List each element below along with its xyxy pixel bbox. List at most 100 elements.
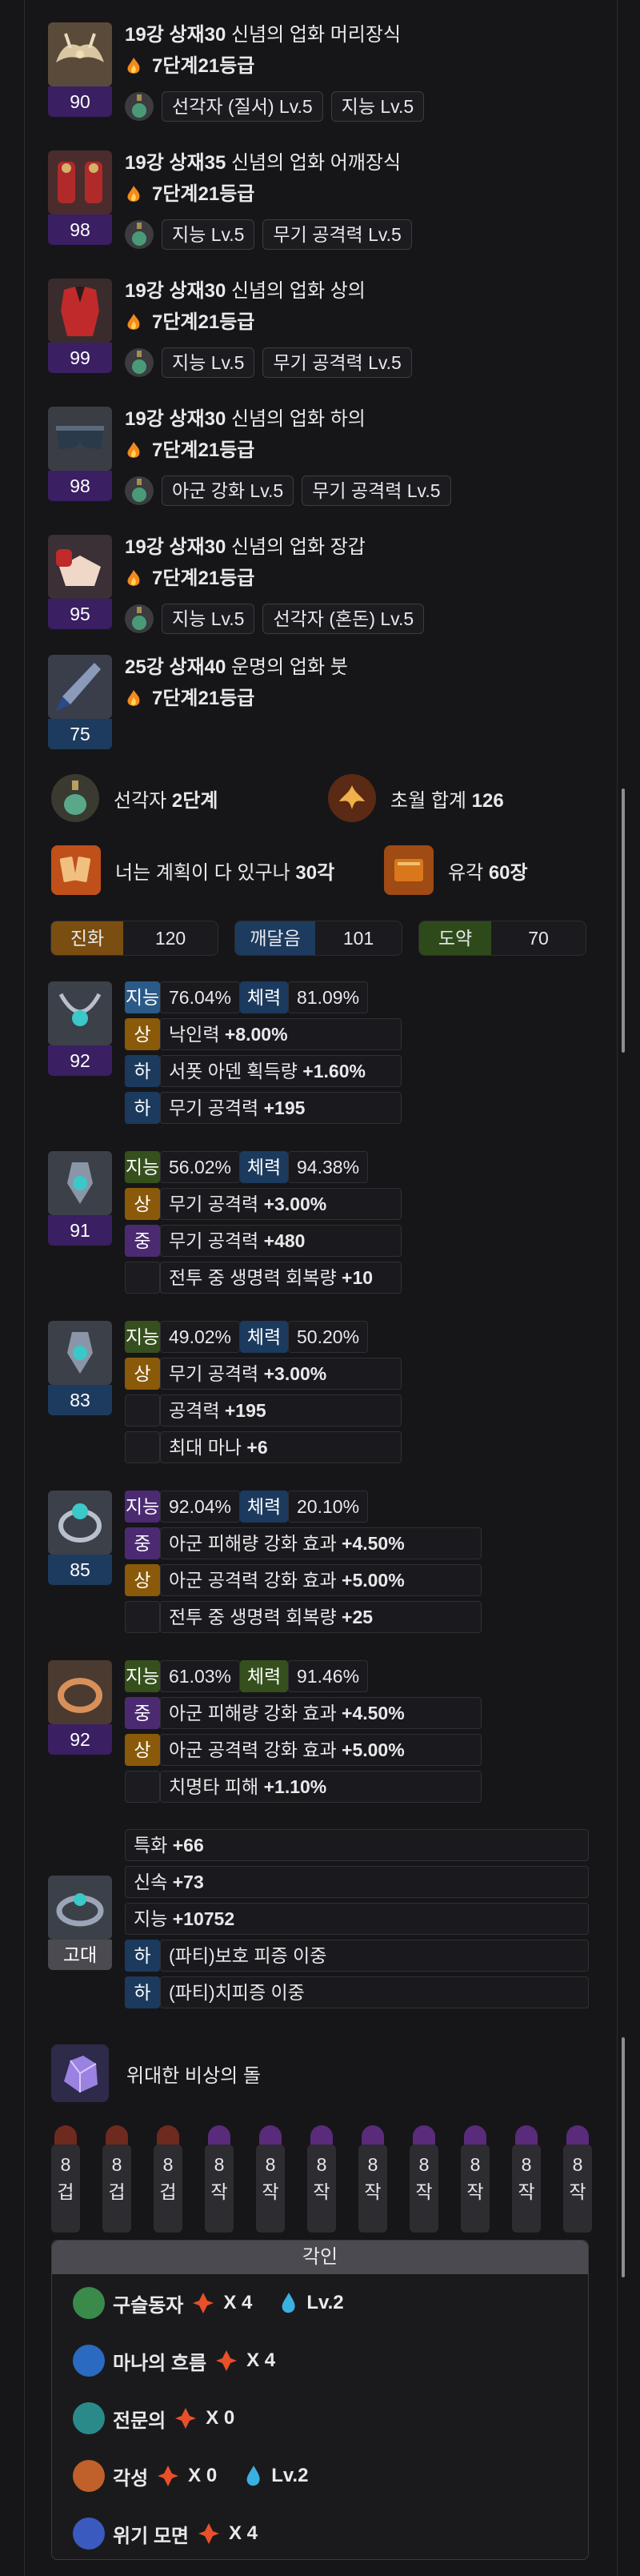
- scrollbar-thumb[interactable]: [622, 788, 625, 1053]
- equip-weapon[interactable]: 75 25강 상재40 운명의 업화 붓 7단계 21 등급: [48, 655, 560, 759]
- accessory-necklace[interactable]: 92 지능 76.04% 체력 81.09% 상 낙인력 +8.00% 하 서폿 아덴 …: [48, 981, 592, 1142]
- relic-book-icon: [193, 2293, 214, 2313]
- engraving-title: 각인: [52, 2241, 588, 2274]
- equip-gloves[interactable]: 95 19강 상재30 신념의 업화 장갑 7단계 21 등급 지능 Lv.5 선…: [48, 535, 560, 639]
- quality-badge: 98: [48, 471, 112, 501]
- polish-effect-row: 전투 중 생명력 회복량 +25: [125, 1601, 482, 1633]
- bracelet-effect-row: 하 (파티)보호 피증 이중: [125, 1940, 589, 1972]
- accessory-earring-2[interactable]: 83 지능 49.02% 체력 50.20% 상 무기 공격력 +3.00% 공격력 …: [48, 1321, 592, 1481]
- elixir-option: 지능 Lv.5: [162, 347, 255, 378]
- item-tier: 7단계 21 등급: [125, 54, 254, 78]
- gem[interactable]: 8작: [562, 2125, 594, 2233]
- transcend-summary[interactable]: 초월 합계 126: [328, 772, 504, 824]
- gem[interactable]: 8작: [459, 2125, 491, 2233]
- elixir-option: 아군 강화 Lv.5: [162, 475, 294, 506]
- elixir-option: 무기 공격력 Lv.5: [262, 347, 412, 378]
- item-tier: 7단계 21 등급: [125, 687, 254, 711]
- ark-tab-label: 깨달음: [235, 921, 315, 955]
- accessory-bracelet[interactable]: 고대 특화 +66 신속 +73 지능 +10752 하 (파티)보호 피증 이중…: [48, 1829, 592, 2021]
- gem[interactable]: 8겁: [101, 2125, 133, 2233]
- summary-row-2: 너는 계획이 다 있구나 30각 유각 60장: [48, 845, 608, 896]
- pants-item-icon: [48, 407, 112, 471]
- relic-engraving-summary[interactable]: 유각 60장: [384, 845, 528, 896]
- elixir-bottle-icon: [125, 348, 154, 377]
- equip-shoulder[interactable]: 98 19강 상재35 신념의 업화 어깨장식 7단계 21 등급 지능 Lv.5…: [48, 150, 560, 255]
- ark-tab-leap[interactable]: 도약 70: [418, 921, 586, 956]
- accessory-earring-1[interactable]: 91 지능 56.02% 체력 94.38% 상 무기 공격력 +3.00% 중 무기 …: [48, 1151, 592, 1311]
- equip-head[interactable]: 90 19강 상재30 신념의 업화 머리장식 7단계 21 등급 선각자 (질서…: [48, 22, 560, 126]
- accessory-ring-2[interactable]: 92 지능 61.03% 체력 91.46% 중 아군 피해량 강화 효과 +4.50…: [48, 1660, 592, 1820]
- elixir-bottle-icon: [125, 476, 154, 505]
- scrollbar-thumb-2[interactable]: [622, 2037, 625, 2277]
- elixir-bottle-icon: [125, 92, 154, 121]
- ability-stone[interactable]: 위대한 비상의 돌: [51, 2041, 261, 2105]
- equip-pants[interactable]: 98 19강 상재30 신념의 업화 하의 7단계 21 등급 아군 강화 Lv.…: [48, 407, 560, 511]
- item-options: 지능 Lv.5 선각자 (혼돈) Lv.5: [125, 604, 425, 634]
- polish-effect-row: 상 무기 공격력 +3.00%: [125, 1188, 402, 1220]
- elixir-option: 무기 공격력 Lv.5: [262, 219, 412, 250]
- polish-effect-row: 하 무기 공격력 +195: [125, 1092, 402, 1124]
- ark-tab-value: 120: [154, 928, 186, 949]
- polish-effect-row: 하 서폿 아덴 획득량 +1.60%: [125, 1055, 402, 1087]
- quality-badge: 83: [48, 1385, 112, 1415]
- gem[interactable]: 8작: [357, 2125, 389, 2233]
- polish-effect-row: 공격력 +195: [125, 1394, 402, 1426]
- polish-effect-row: 상 낙인력 +8.00%: [125, 1018, 402, 1050]
- item-title: 19강 상재30 신념의 업화 상의: [125, 280, 366, 302]
- accessory-ring-1[interactable]: 85 지능 92.04% 체력 20.10% 중 아군 피해량 강화 효과 +4.50…: [48, 1491, 592, 1651]
- relic-book-icon: [158, 2466, 179, 2486]
- polish-effect-row: 중 아군 피해량 강화 효과 +4.50%: [125, 1527, 482, 1559]
- book-icon: [384, 845, 434, 895]
- bracelet-effect-row: 하 (파티)치피증 이중: [125, 1976, 589, 2008]
- engraving-row[interactable]: 전문의 X 0: [73, 2394, 234, 2442]
- item-tier: 7단계 21 등급: [125, 183, 254, 207]
- ark-tab-enlightenment[interactable]: 깨달음 101: [234, 921, 402, 956]
- quality-badge: 92: [48, 1724, 112, 1755]
- gem[interactable]: 8작: [306, 2125, 338, 2233]
- ark-tab-evolution[interactable]: 진화 120: [50, 921, 218, 956]
- polish-effect-row: 치명타 피해 +1.10%: [125, 1771, 482, 1803]
- transcend-icon: [328, 774, 376, 822]
- flame-icon: [127, 314, 140, 330]
- engraving-row[interactable]: 위기 모면 X 4: [73, 2510, 258, 2558]
- ring-icon: [48, 1660, 112, 1724]
- ark-tab-value: 70: [528, 928, 549, 949]
- engraving-icon: [73, 2402, 105, 2434]
- polish-effect-row: 중 무기 공격력 +480: [125, 1225, 402, 1257]
- engraving-row[interactable]: 마나의 흐름 X 4: [73, 2337, 275, 2385]
- gem[interactable]: 8작: [510, 2125, 542, 2233]
- ark-bottle-icon: [51, 774, 99, 822]
- ark-passive-summary[interactable]: 선각자 2단계: [51, 772, 218, 824]
- gem[interactable]: 8작: [254, 2125, 286, 2233]
- quality-badge: 99: [48, 343, 112, 373]
- polish-effect-row: 중 아군 피해량 강화 효과 +4.50%: [125, 1697, 482, 1729]
- gem[interactable]: 8작: [203, 2125, 235, 2233]
- engraving-row[interactable]: 각성 X 0 Lv.2: [73, 2452, 308, 2500]
- elixir-option: 선각자 (질서) Lv.5: [162, 91, 323, 122]
- engraving-row[interactable]: 구슬동자 X 4 Lv.2: [73, 2279, 344, 2327]
- item-title: 19강 상재30 신념의 업화 하의: [125, 408, 366, 430]
- ark-tab-value: 101: [342, 928, 374, 949]
- quality-badge: 85: [48, 1555, 112, 1585]
- ability-stone-name: 위대한 비상의 돌: [126, 2064, 261, 2087]
- relic-book-icon: [198, 2523, 219, 2544]
- equip-chest[interactable]: 99 19강 상재30 신념의 업화 상의 7단계 21 등급 지능 Lv.5 무…: [48, 279, 560, 383]
- elixir-option: 지능 Lv.5: [162, 604, 255, 634]
- card-set-summary[interactable]: 너는 계획이 다 있구나 30각: [51, 845, 334, 896]
- elixir-bottle-icon: [125, 220, 154, 249]
- ark-tab-label: 도약: [419, 921, 491, 955]
- engraving-icon: [73, 2460, 105, 2492]
- engraving-icon: [73, 2287, 105, 2319]
- bracelet-icon: [48, 1876, 112, 1940]
- polish-effect-row: 상 무기 공격력 +3.00%: [125, 1358, 402, 1390]
- main-stat-row: 지능 76.04% 체력 81.09%: [125, 981, 369, 1013]
- gem[interactable]: 8겁: [50, 2125, 82, 2233]
- quality-badge: 91: [48, 1215, 112, 1246]
- item-tier: 7단계 21 등급: [125, 311, 254, 335]
- relic-book-icon: [175, 2408, 197, 2429]
- brush-weapon-icon: [48, 655, 112, 719]
- gloves-item-icon: [48, 535, 112, 599]
- gem[interactable]: 8겁: [152, 2125, 184, 2233]
- elixir-bottle-icon: [125, 604, 154, 633]
- gem[interactable]: 8작: [408, 2125, 440, 2233]
